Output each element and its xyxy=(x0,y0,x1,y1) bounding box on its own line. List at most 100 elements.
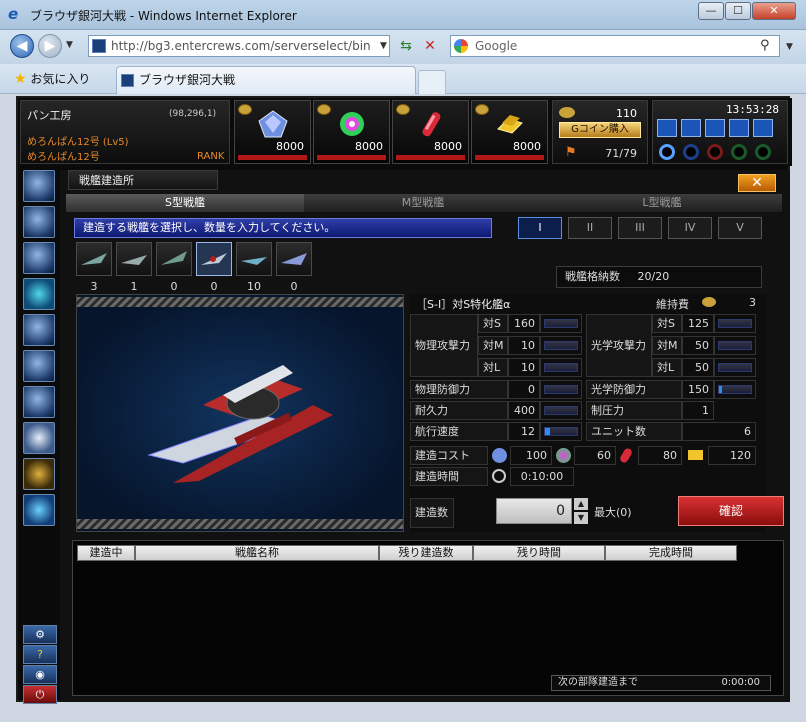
close-window-button[interactable]: ✕ xyxy=(752,2,796,20)
phys-def-label: 物理防御力 xyxy=(410,380,508,399)
shortcut-icon[interactable] xyxy=(753,119,773,137)
site-favicon-icon xyxy=(92,39,106,53)
tab-title: ブラウザ銀河大戦 xyxy=(139,73,236,87)
mail-icon[interactable] xyxy=(23,422,55,454)
status-bar: パン工房 (98,296,1) めろんぱん12号 (Lv5) めろんぱん12号 … xyxy=(18,98,792,166)
ie-logo-icon: e xyxy=(8,5,19,23)
ship-thumb-selected[interactable] xyxy=(196,242,232,276)
database-icon[interactable] xyxy=(23,386,55,418)
fleet-line-2[interactable]: めろんぱん12号 xyxy=(27,148,100,163)
build-queue: 建造中 戦艦名称 残り建造数 残り時間 完成時間 次の部隊建造まで 0:00:0… xyxy=(72,540,784,696)
minimize-button[interactable]: — xyxy=(698,2,724,20)
tier-tab-4[interactable]: IV xyxy=(668,217,712,239)
capacity-value: 20/20 xyxy=(637,270,670,283)
coin-shop-icon[interactable] xyxy=(23,494,55,526)
settings-icon[interactable]: ⚙ xyxy=(23,625,57,644)
opt-vs-m-bar xyxy=(714,336,756,355)
tab-m-class[interactable]: M型戦艦 xyxy=(304,194,542,212)
ship-thumb[interactable] xyxy=(276,242,312,276)
help-icon[interactable]: ? xyxy=(23,645,57,664)
energy-orb-icon xyxy=(340,112,364,136)
resource-bar xyxy=(317,155,386,160)
shipyard-icon[interactable] xyxy=(23,314,55,346)
next-build-box: 次の部隊建造まで 0:00:00 xyxy=(551,675,771,691)
ship-icon xyxy=(241,257,267,265)
search-dropdown-icon[interactable]: ▼ xyxy=(786,42,793,52)
vs-m-label: 対M xyxy=(478,336,508,355)
ship-icon xyxy=(121,255,147,265)
hazard-stripe xyxy=(77,519,403,529)
speed-value: 12 xyxy=(508,422,540,441)
clock-icon xyxy=(492,469,506,483)
phys-vs-l-value: 10 xyxy=(508,358,540,377)
ship-thumb[interactable] xyxy=(156,242,192,276)
quantity-down-button[interactable]: ▼ xyxy=(574,512,588,524)
opt-def-label: 光学防御力 xyxy=(586,380,682,399)
tab-bar: ★ お気に入り ブラウザ銀河大戦 xyxy=(0,64,806,94)
phys-atk-label: 物理攻撃力 xyxy=(410,314,478,377)
refresh-icon[interactable]: ⇆ xyxy=(396,38,416,56)
ship-thumb[interactable] xyxy=(236,242,272,276)
vs-l-label: 対L xyxy=(478,358,508,377)
url-field[interactable]: http://bg3.entercrews.com/serverselect/b… xyxy=(88,35,390,57)
tier-tab-5[interactable]: V xyxy=(718,217,762,239)
ship-thumb[interactable] xyxy=(76,242,112,276)
address-bar: ◀ ▶ ▼ http://bg3.entercrews.com/serverse… xyxy=(0,30,806,64)
durability-value: 400 xyxy=(508,401,540,420)
eye-icon[interactable]: ◉ xyxy=(23,665,57,684)
galaxy-icon[interactable] xyxy=(23,206,55,238)
player-panel: パン工房 (98,296,1) めろんぱん12号 (Lv5) めろんぱん12号 … xyxy=(20,100,230,164)
opt-def-bar xyxy=(714,380,756,399)
shortcut-icon[interactable] xyxy=(657,119,677,137)
shield-icon[interactable] xyxy=(23,278,55,310)
search-field[interactable]: Google xyxy=(450,35,780,57)
forward-button[interactable]: ▶ xyxy=(38,34,62,58)
ship-icon xyxy=(161,251,187,265)
coin-icon xyxy=(396,104,410,115)
shortcut-icon[interactable] xyxy=(729,119,749,137)
history-dropdown-icon[interactable]: ▼ xyxy=(66,40,73,50)
shortcut-icon[interactable] xyxy=(705,119,725,137)
emblem-icon[interactable] xyxy=(23,458,55,490)
search-icon[interactable]: ⚲ xyxy=(760,38,770,53)
gold-bar-icon xyxy=(497,115,523,134)
rank-label[interactable]: RANK xyxy=(197,151,224,162)
quantity-up-button[interactable]: ▲ xyxy=(574,498,588,510)
planet-icon[interactable] xyxy=(23,170,55,202)
max-label: 最大(0) xyxy=(594,506,632,519)
url-dropdown-icon[interactable]: ▼ xyxy=(380,41,387,51)
browser-tab[interactable]: ブラウザ銀河大戦 xyxy=(116,66,416,94)
battleship-image xyxy=(147,365,333,483)
confirm-button[interactable]: 確認 xyxy=(678,496,784,526)
quantity-input[interactable]: 0 xyxy=(496,498,572,524)
stop-icon[interactable]: ✕ xyxy=(420,38,440,56)
tier-tab-3[interactable]: III xyxy=(618,217,662,239)
clock-panel: 13:53:28 xyxy=(652,100,788,164)
power-icon[interactable]: ⏻ xyxy=(23,685,57,704)
gcoin-buy-button[interactable]: Gコイン購入 xyxy=(559,122,641,138)
maximize-button[interactable]: ☐ xyxy=(725,2,751,20)
fleet-line-1[interactable]: めろんぱん12号 (Lv5) xyxy=(27,133,129,148)
commander-icon[interactable] xyxy=(23,242,55,274)
ship-thumb[interactable] xyxy=(116,242,152,276)
close-button[interactable]: ✕ xyxy=(738,174,776,192)
tier-tab-2[interactable]: II xyxy=(568,217,612,239)
resource-gold: 8000 xyxy=(471,100,548,164)
gold-bar-icon xyxy=(688,450,703,460)
phys-def-value: 0 xyxy=(508,380,540,399)
tab-s-class[interactable]: S型戦艦 xyxy=(66,194,304,212)
cost-label: 建造コスト xyxy=(410,446,488,465)
ship-count: 1 xyxy=(130,280,138,293)
stats-icon[interactable] xyxy=(23,350,55,382)
new-tab-button[interactable] xyxy=(418,70,446,94)
tier-tab-1[interactable]: I xyxy=(518,217,562,239)
back-button[interactable]: ◀ xyxy=(10,34,34,58)
coin-icon xyxy=(238,104,252,115)
resource-value: 8000 xyxy=(434,140,462,153)
tab-l-class[interactable]: L型戦艦 xyxy=(542,194,782,212)
shortcut-icon[interactable] xyxy=(681,119,701,137)
phys-vs-s-bar xyxy=(540,314,582,333)
vs-m-label: 対M xyxy=(652,336,682,355)
favorites-button[interactable]: ★ お気に入り xyxy=(14,68,90,90)
ship-count: 0 xyxy=(210,280,218,293)
